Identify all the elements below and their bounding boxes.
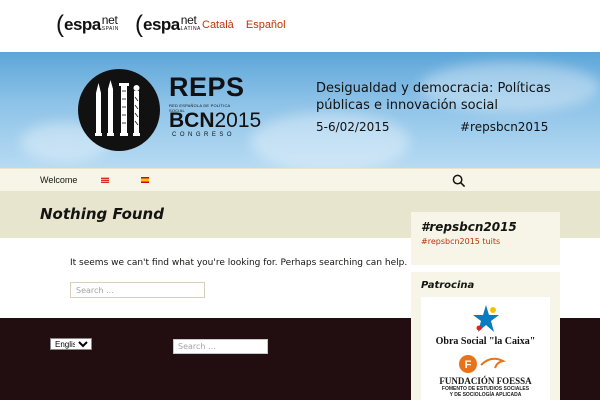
reps-event: BCN2015 <box>169 109 262 132</box>
sponsor-widget: Patrocina Obra Social "la Caixa" F FUNDA… <box>411 272 560 400</box>
reps-title: REPS <box>169 72 245 102</box>
foessa-subtitle: FOMENTO DE ESTUDIOS SOCIALES Y DE SOCIOL… <box>441 386 530 398</box>
header-banner[interactable]: REPS RED ESPAÑOLA DE POLÍTICA SOCIAL BCN… <box>0 52 600 168</box>
sponsor-logos: Obra Social "la Caixa" F FUNDACIÓN FOESS… <box>421 297 550 400</box>
foessa-name: FUNDACIÓN FOESSA <box>439 376 532 386</box>
lang-link-espanol[interactable]: Español <box>246 19 286 31</box>
lacaixa-star-logo[interactable] <box>471 304 501 338</box>
espanet-word: espa <box>64 15 101 34</box>
language-links: Català Español <box>202 19 295 31</box>
search-input[interactable] <box>70 282 205 298</box>
svg-text:F: F <box>465 359 472 371</box>
page: ( espa net SPAIN ( espa net LATINA Catal… <box>0 0 600 400</box>
sponsor-widget-title: Patrocina <box>421 280 475 291</box>
catalan-flag-icon[interactable] <box>101 177 109 183</box>
reps-logo-emblem <box>78 69 160 151</box>
lang-link-catala[interactable]: Català <box>202 19 234 31</box>
language-select[interactable]: English <box>50 338 92 350</box>
nav-item-welcome[interactable]: Welcome <box>40 175 77 185</box>
spanish-flag-icon[interactable] <box>141 177 149 183</box>
banner-hashtag: #repsbcn2015 <box>460 120 549 134</box>
espanet-spain-logo[interactable]: ( espa net SPAIN <box>56 13 119 40</box>
lacaixa-name: Obra Social "la Caixa" <box>435 336 536 347</box>
espanet-word: espa <box>143 15 180 34</box>
not-found-message: It seems we can't find what you're looki… <box>70 258 408 268</box>
banner-dates: 5-6/02/2015 <box>316 120 390 134</box>
banner-heading: Desigualdad y democracia: Políticas públ… <box>316 81 551 113</box>
page-title: Nothing Found <box>40 205 164 223</box>
reps-congreso: CONGRESO <box>172 132 236 138</box>
search-icon[interactable] <box>452 173 466 188</box>
espanet-latina-logo[interactable]: ( espa net LATINA <box>135 13 201 40</box>
hashtag-tweets-link[interactable]: #repsbcn2015 tuits <box>421 237 500 246</box>
footer-search-input[interactable] <box>173 339 268 354</box>
hashtag-widget: #repsbcn2015 #repsbcn2015 tuits <box>411 212 560 265</box>
hashtag-widget-title: #repsbcn2015 <box>421 220 517 234</box>
top-bar: ( espa net SPAIN ( espa net LATINA Catal… <box>0 0 600 52</box>
towers-icon <box>95 80 140 136</box>
main-nav: Welcome <box>0 168 600 191</box>
